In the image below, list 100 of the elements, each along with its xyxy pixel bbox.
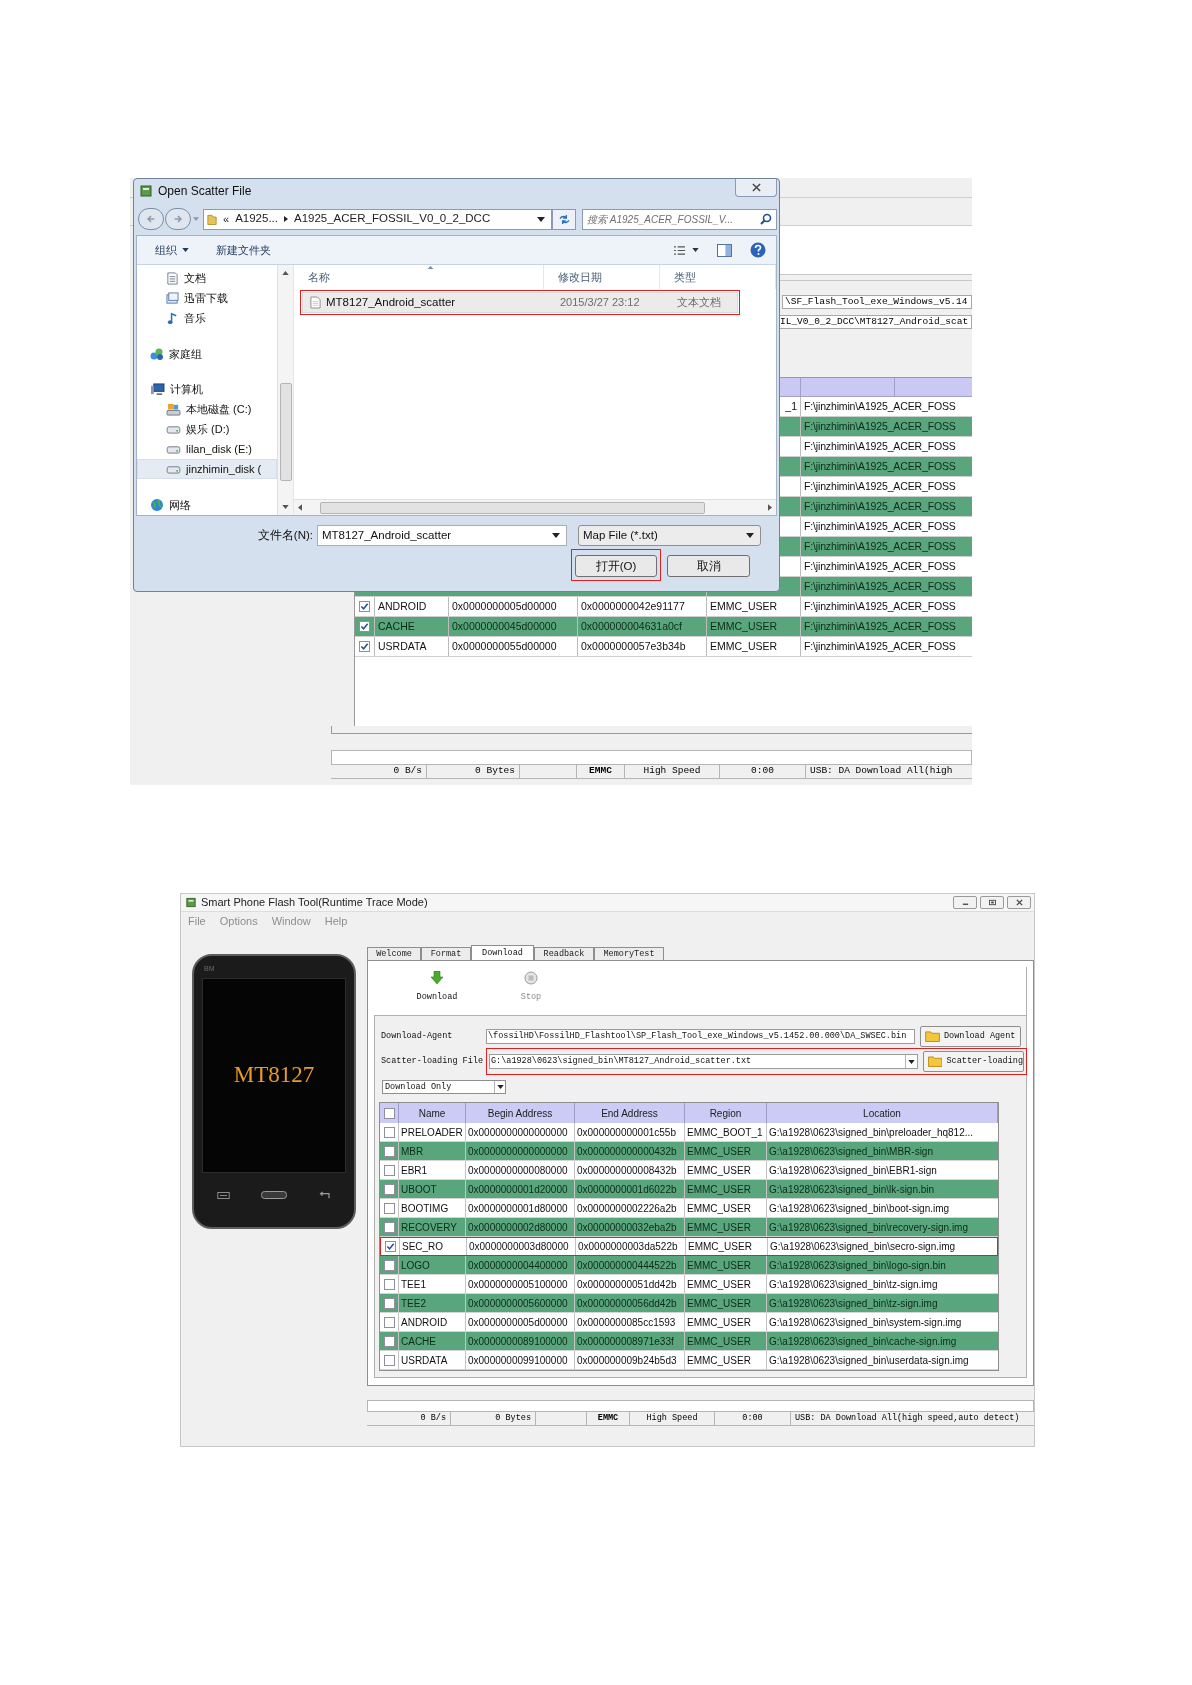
tab[interactable]: Readback	[534, 947, 594, 960]
nav-item[interactable]: 计算机	[137, 379, 277, 399]
file-row[interactable]: MT8127_Android_scatter 2015/3/27 23:12 文本文档	[302, 292, 738, 313]
maximize-button[interactable]	[980, 896, 1004, 909]
begin-address: 0x0000000005d00000	[449, 597, 578, 616]
table-row[interactable]: EBR1 0x0000000000080000 0x000000000008432b EMMC_USER G:\a1928\0623\signed_bin\EBR1-sign	[380, 1161, 998, 1180]
checkbox[interactable]	[383, 1107, 395, 1119]
breadcrumb-item[interactable]: A1925_ACER_FOSSIL_V0_0_2_DCC	[293, 210, 491, 228]
file-location: G:\a1928\0623\signed_bin\MBR-sign	[768, 1144, 934, 1159]
scatter-file-button[interactable]: Scatter-loading	[923, 1051, 1024, 1072]
end-address: 0x000000009b24b5d3	[575, 1351, 685, 1369]
scatter-file-field[interactable]: G:\a1928\0623\signed_bin\MT8127_Android_scatter.txt	[489, 1054, 918, 1069]
checkbox[interactable]	[359, 621, 370, 632]
file-name-field[interactable]: MT8127_Android_scatter	[317, 525, 567, 546]
dropdown-arrow-icon[interactable]	[746, 533, 754, 538]
scrollbar-thumb[interactable]	[279, 383, 292, 481]
nav-item[interactable]: 文档	[137, 268, 277, 288]
scrollbar-thumb[interactable]	[320, 501, 705, 514]
back-button[interactable]	[138, 208, 164, 230]
download-agent-button[interactable]: Download Agent	[920, 1026, 1021, 1047]
scatter-file-field[interactable]: IL_V0_0_2_DCC\MT8127_Android_scat	[778, 315, 972, 329]
table-row[interactable]: MBR 0x0000000000000000 0x000000000000432b EMMC_USER G:\a1928\0623\signed_bin\MBR-sign	[380, 1142, 998, 1161]
download-agent-field[interactable]: \SF_Flash_Tool_exe_Windows_v5.14	[782, 295, 972, 309]
nav-item[interactable]: 网络	[137, 495, 277, 515]
end-address: 0x0000000001d6022b	[575, 1180, 685, 1198]
view-list-icon[interactable]	[673, 244, 686, 256]
partition-name: CACHE	[399, 1332, 466, 1350]
table-row[interactable]: LOGO 0x0000000004400000 0x000000000444522b EMMC_USER G:\a1928\0623\signed_bin\logo-sign.bin	[380, 1256, 998, 1275]
nav-label: 计算机	[170, 381, 203, 397]
checkbox[interactable]	[383, 1259, 395, 1271]
checkbox[interactable]	[383, 1164, 395, 1176]
checkbox[interactable]	[383, 1126, 395, 1138]
caret-icon[interactable]	[692, 248, 699, 252]
field-label: Scatter-loading File	[380, 1055, 485, 1068]
column-header[interactable]: 修改日期	[558, 268, 603, 286]
preview-pane-icon[interactable]	[717, 243, 732, 257]
help-icon[interactable]	[750, 242, 766, 258]
open-button[interactable]: 打开(O)	[575, 555, 657, 578]
dropdown-arrow-icon[interactable]	[496, 1085, 504, 1089]
nav-item[interactable]: 音乐	[137, 308, 277, 328]
nav-item[interactable]: jinzhimin_disk (	[137, 459, 277, 479]
column-header[interactable]: 名称	[308, 268, 330, 286]
table-row[interactable]: UBOOT 0x0000000001d20000 0x0000000001d6022b EMMC_USER G:\a1928\0623\signed_bin\lk-sign.bin	[380, 1180, 998, 1199]
nav-item[interactable]: 娱乐 (D:)	[137, 419, 277, 439]
chevron-right-icon[interactable]	[283, 216, 288, 222]
download-button[interactable]: Download	[409, 967, 465, 1015]
table-row[interactable]: TEE2 0x0000000005600000 0x00000000056dd42b EMMC_USER G:\a1928\0623\signed_bin\tz-sign.img	[380, 1294, 998, 1313]
region-name: EMMC_USER	[685, 1199, 767, 1217]
nav-item[interactable]: 本地磁盘 (C:)	[137, 399, 277, 419]
search-field[interactable]: 搜索 A1925_ACER_FOSSIL_V...	[582, 208, 777, 230]
checkbox[interactable]	[383, 1316, 395, 1328]
file-location: F:\jinzhimin\A1925_ACER_FOSS	[803, 498, 957, 514]
refresh-icon	[557, 213, 571, 225]
nav-item[interactable]: 家庭组	[137, 344, 277, 364]
nav-item[interactable]: 迅雷下载	[137, 288, 277, 308]
checkbox[interactable]	[383, 1221, 395, 1233]
scroll-up-icon[interactable]	[282, 271, 289, 275]
scroll-down-icon[interactable]	[282, 505, 289, 509]
close-button[interactable]	[735, 179, 777, 197]
tab[interactable]: Download	[471, 945, 534, 960]
table-row[interactable]: PRELOADER 0x0000000000000000 0x000000000001c55b EMMC_BOOT_1 G:\a1928\0623\signed_bin\preloader_hq812...	[380, 1123, 998, 1142]
checkbox[interactable]	[383, 1145, 395, 1157]
new-folder-button[interactable]: 新建文件夹	[216, 241, 271, 259]
file-type-dropdown[interactable]: Map File (*.txt)	[578, 525, 761, 546]
table-row[interactable]: CACHE 0x0000000089100000 0x000000008971e33f EMMC_USER G:\a1928\0623\signed_bin\cache-sign.img	[380, 1332, 998, 1351]
organize-menu[interactable]: 组织	[155, 241, 189, 259]
checkbox[interactable]	[383, 1183, 395, 1195]
table-row[interactable]: ANDROID 0x0000000005d00000 0x0000000085cc1593 EMMC_USER G:\a1928\0623\signed_bin\system-sign.img	[380, 1313, 998, 1332]
dropdown-arrow-icon[interactable]	[908, 1059, 915, 1064]
checkbox[interactable]	[383, 1335, 395, 1347]
close-button[interactable]	[1007, 896, 1031, 909]
checkbox[interactable]	[359, 601, 370, 612]
checkbox[interactable]	[383, 1278, 395, 1290]
dropdown-arrow-icon[interactable]	[537, 216, 545, 222]
window-title: Open Scatter File	[158, 183, 252, 200]
breadcrumb-item[interactable]: A1925...	[235, 210, 278, 228]
checkbox[interactable]	[383, 1354, 395, 1366]
tab[interactable]: Welcome	[367, 947, 421, 960]
scroll-left-icon[interactable]	[298, 504, 302, 511]
nav-item[interactable]: lilan_disk (E:)	[137, 439, 277, 459]
column-header[interactable]: 类型	[673, 268, 696, 286]
file-location: G:\a1928\0623\signed_bin\boot-sign.img	[768, 1201, 951, 1216]
checkbox[interactable]	[359, 641, 370, 652]
checkbox[interactable]	[383, 1202, 395, 1214]
tab[interactable]: Format	[421, 947, 471, 960]
table-row[interactable]: USRDATA 0x0000000099100000 0x000000009b24b5d3 EMMC_USER G:\a1928\0623\signed_bin\userdata-sign.img	[380, 1351, 998, 1370]
scroll-right-icon[interactable]	[768, 504, 772, 511]
tab[interactable]: MemoryTest	[594, 947, 664, 960]
table-row[interactable]: RECOVERY 0x0000000002d80000 0x00000000032eba2b EMMC_USER G:\a1928\0623\signed_bin\recovery-sign.img	[380, 1218, 998, 1237]
table-row[interactable]: BOOTIMG 0x0000000001d80000 0x0000000002226a2b EMMC_USER G:\a1928\0623\signed_bin\boot-sign.img	[380, 1199, 998, 1218]
breadcrumb-overflow[interactable]: «	[223, 210, 230, 228]
checkbox[interactable]	[384, 1241, 396, 1252]
refresh-button[interactable]	[552, 208, 576, 230]
checkbox[interactable]	[383, 1297, 395, 1309]
cancel-button[interactable]: 取消	[667, 555, 750, 578]
download-agent-field[interactable]: \fossilHD\FossilHD_Flashtool\SP_Flash_Tool_exe_Windows_v5.1452.00.000\DA_SWSEC.bin	[486, 1029, 915, 1044]
mode-dropdown[interactable]: Download Only	[382, 1080, 506, 1094]
table-row[interactable]: TEE1 0x0000000005100000 0x00000000051dd42b EMMC_USER G:\a1928\0623\signed_bin\tz-sign.img	[380, 1275, 998, 1294]
forward-button[interactable]	[165, 208, 191, 230]
dropdown-arrow-icon[interactable]	[552, 533, 560, 538]
